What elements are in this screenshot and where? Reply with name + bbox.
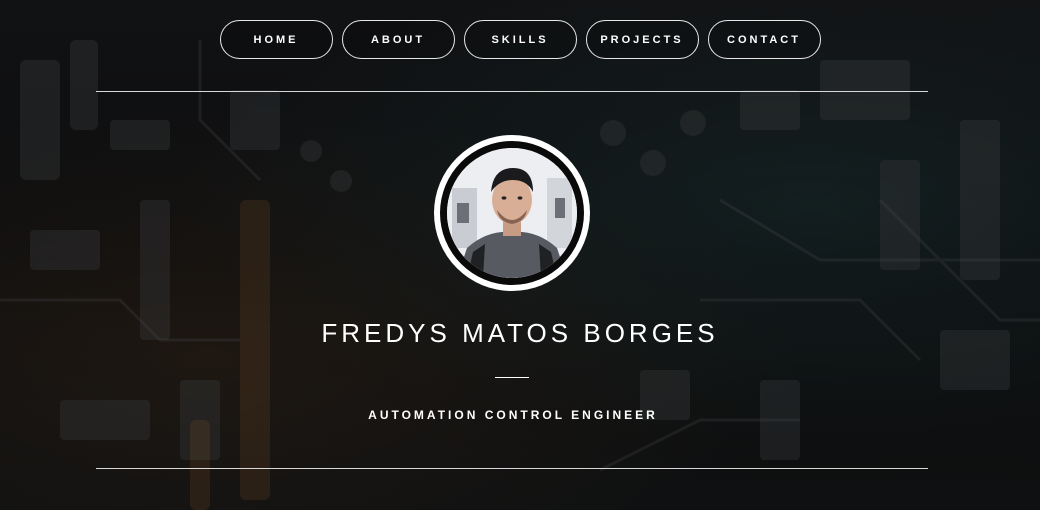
nav-home-button[interactable]: HOME — [219, 20, 333, 59]
main-nav: HOME ABOUT SKILLS PROJECTS CONTACT — [0, 20, 1040, 59]
profile-title: AUTOMATION CONTROL ENGINEER — [368, 408, 658, 422]
profile-photo — [447, 148, 577, 278]
nav-contact-button[interactable]: CONTACT — [707, 20, 821, 59]
name-divider — [495, 377, 529, 378]
nav-projects-button[interactable]: PROJECTS — [585, 20, 699, 59]
profile-name: FREDYS MATOS BORGES — [321, 318, 719, 348]
hero-section: HOME ABOUT SKILLS PROJECTS CONTACT FREDY… — [0, 0, 1040, 510]
avatar — [434, 135, 590, 291]
nav-about-button[interactable]: ABOUT — [341, 20, 455, 59]
bottom-divider — [96, 468, 928, 469]
nav-skills-button[interactable]: SKILLS — [463, 20, 577, 59]
top-divider — [96, 91, 928, 92]
